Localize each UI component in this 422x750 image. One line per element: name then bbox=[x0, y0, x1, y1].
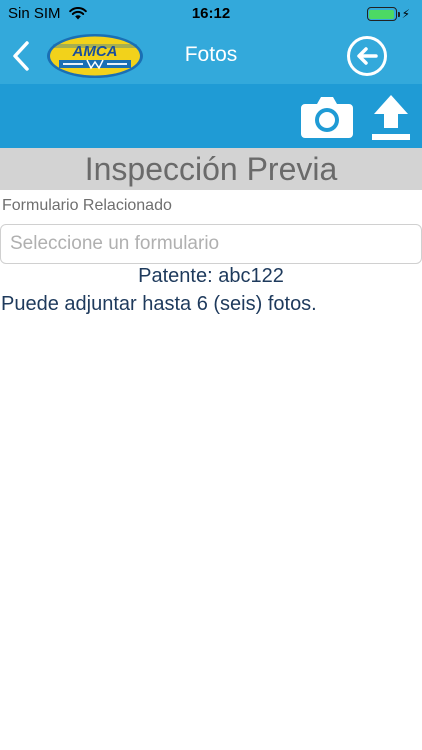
form-select[interactable]: Seleccione un formulario bbox=[0, 224, 422, 264]
form-label: Formulario Relacionado bbox=[2, 197, 172, 214]
photo-limit-note: Puede adjuntar hasta 6 (seis) fotos. bbox=[1, 293, 317, 315]
status-bar: Sin SIM 16:12 ⚡ bbox=[0, 0, 422, 28]
photo-toolbar bbox=[0, 84, 422, 148]
charging-icon: ⚡ bbox=[401, 7, 410, 21]
circle-arrow-left-icon[interactable] bbox=[346, 35, 388, 77]
camera-icon[interactable] bbox=[299, 90, 355, 142]
section-title: Inspección Previa bbox=[0, 148, 422, 190]
battery-icon: ⚡ bbox=[366, 7, 410, 21]
status-time: 16:12 bbox=[191, 5, 231, 22]
form-select-placeholder: Seleccione un formulario bbox=[10, 233, 220, 254]
plate-text: Patente: abc122 bbox=[138, 265, 284, 287]
upload-icon[interactable] bbox=[370, 92, 412, 142]
nav-bar: AMCA Fotos bbox=[0, 28, 422, 84]
